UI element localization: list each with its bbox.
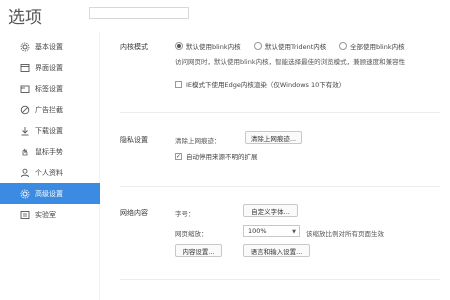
- sidebar-item-label: 界面设置: [35, 63, 63, 72]
- clear-traces-label: 清除上网痕迹：: [175, 137, 221, 145]
- sidebar-item-label: 个人资料: [35, 168, 63, 177]
- page-title: 选项: [8, 8, 42, 28]
- ie-mode-checkbox[interactable]: IE模式下使用Edge内核渲染（仅Windows 10下有效）: [175, 79, 345, 89]
- tag-icon: [20, 84, 30, 94]
- sidebar-item-gesture[interactable]: 鼠标手势: [0, 141, 100, 162]
- sidebar-item-download[interactable]: 下载设置: [0, 120, 100, 141]
- sidebar-item-basic[interactable]: 基本设置: [0, 36, 100, 57]
- divider: [120, 112, 440, 113]
- sidebar-item-tabs[interactable]: 标签设置: [0, 78, 100, 99]
- kernel-option-blink-all[interactable]: 全部使用blink内核: [339, 41, 405, 51]
- sidebar-item-label: 鼠标手势: [35, 147, 63, 156]
- divider: [120, 186, 440, 187]
- sidebar-item-lab[interactable]: 实验室: [0, 204, 100, 225]
- sidebar: 基本设置 界面设置 标签设置 广告拦截 下载设置 鼠标手势 个人资料 高级设置 …: [0, 32, 100, 300]
- lab-icon: [20, 210, 30, 220]
- checkbox-checked: ✓: [175, 152, 182, 160]
- sidebar-item-label: 下载设置: [35, 126, 63, 135]
- clear-traces-button[interactable]: 清除上网痕迹...: [245, 131, 302, 144]
- sidebar-item-label: 基本设置: [35, 42, 63, 51]
- sidebar-item-profile[interactable]: 个人资料: [0, 162, 100, 183]
- divider: [120, 279, 440, 280]
- kernel-section-label: 内核模式: [120, 43, 148, 51]
- search-input[interactable]: [89, 7, 189, 19]
- block-icon: [20, 105, 30, 115]
- zoom-select[interactable]: 100% ▼: [243, 225, 300, 237]
- sidebar-item-label: 高级设置: [35, 189, 63, 198]
- kernel-option-blink-default[interactable]: 默认使用blink内核: [175, 41, 241, 51]
- gear-icon: [20, 42, 30, 52]
- sidebar-item-label: 实验室: [35, 210, 56, 219]
- mouse-icon: [20, 147, 30, 157]
- chevron-down-icon: ▼: [292, 229, 296, 235]
- header: 选项: [0, 0, 450, 32]
- radio-unselected: [339, 42, 347, 50]
- radio-selected: [175, 42, 183, 50]
- download-icon: [20, 126, 30, 136]
- advanced-icon: [20, 189, 30, 199]
- privacy-section-label: 隐私设置: [120, 136, 148, 144]
- kernel-option-trident-default[interactable]: 默认使用Trident内核: [254, 41, 326, 51]
- sidebar-item-interface[interactable]: 界面设置: [0, 57, 100, 78]
- font-size-label: 字号：: [175, 210, 195, 218]
- custom-font-button[interactable]: 自定义字体...: [243, 204, 298, 217]
- language-input-button[interactable]: 语言和输入设置...: [243, 244, 310, 257]
- web-content-section-label: 网络内容: [120, 209, 148, 217]
- auto-disable-extensions-checkbox[interactable]: ✓ 自动停用来源不明的扩展: [175, 151, 258, 161]
- person-icon: [20, 168, 30, 178]
- sidebar-item-advanced[interactable]: 高级设置: [0, 183, 100, 204]
- sidebar-item-label: 标签设置: [35, 84, 63, 93]
- zoom-label: 网页缩放：: [175, 230, 208, 238]
- content-settings-button[interactable]: 内容设置...: [175, 244, 222, 257]
- kernel-description: 访问网页时，默认使用blink内核，智能选择最佳的浏览模式，兼顾速度和兼容性: [175, 58, 406, 66]
- sidebar-item-adblock[interactable]: 广告拦截: [0, 99, 100, 120]
- zoom-hint: 该缩放比例对所有页面生效: [306, 230, 384, 238]
- checkbox-unchecked: [175, 80, 182, 88]
- radio-unselected: [254, 42, 262, 50]
- window-icon: [20, 63, 30, 73]
- sidebar-item-label: 广告拦截: [35, 105, 63, 114]
- settings-panel: 内核模式 默认使用blink内核 默认使用Trident内核 全部使用blink…: [101, 32, 450, 300]
